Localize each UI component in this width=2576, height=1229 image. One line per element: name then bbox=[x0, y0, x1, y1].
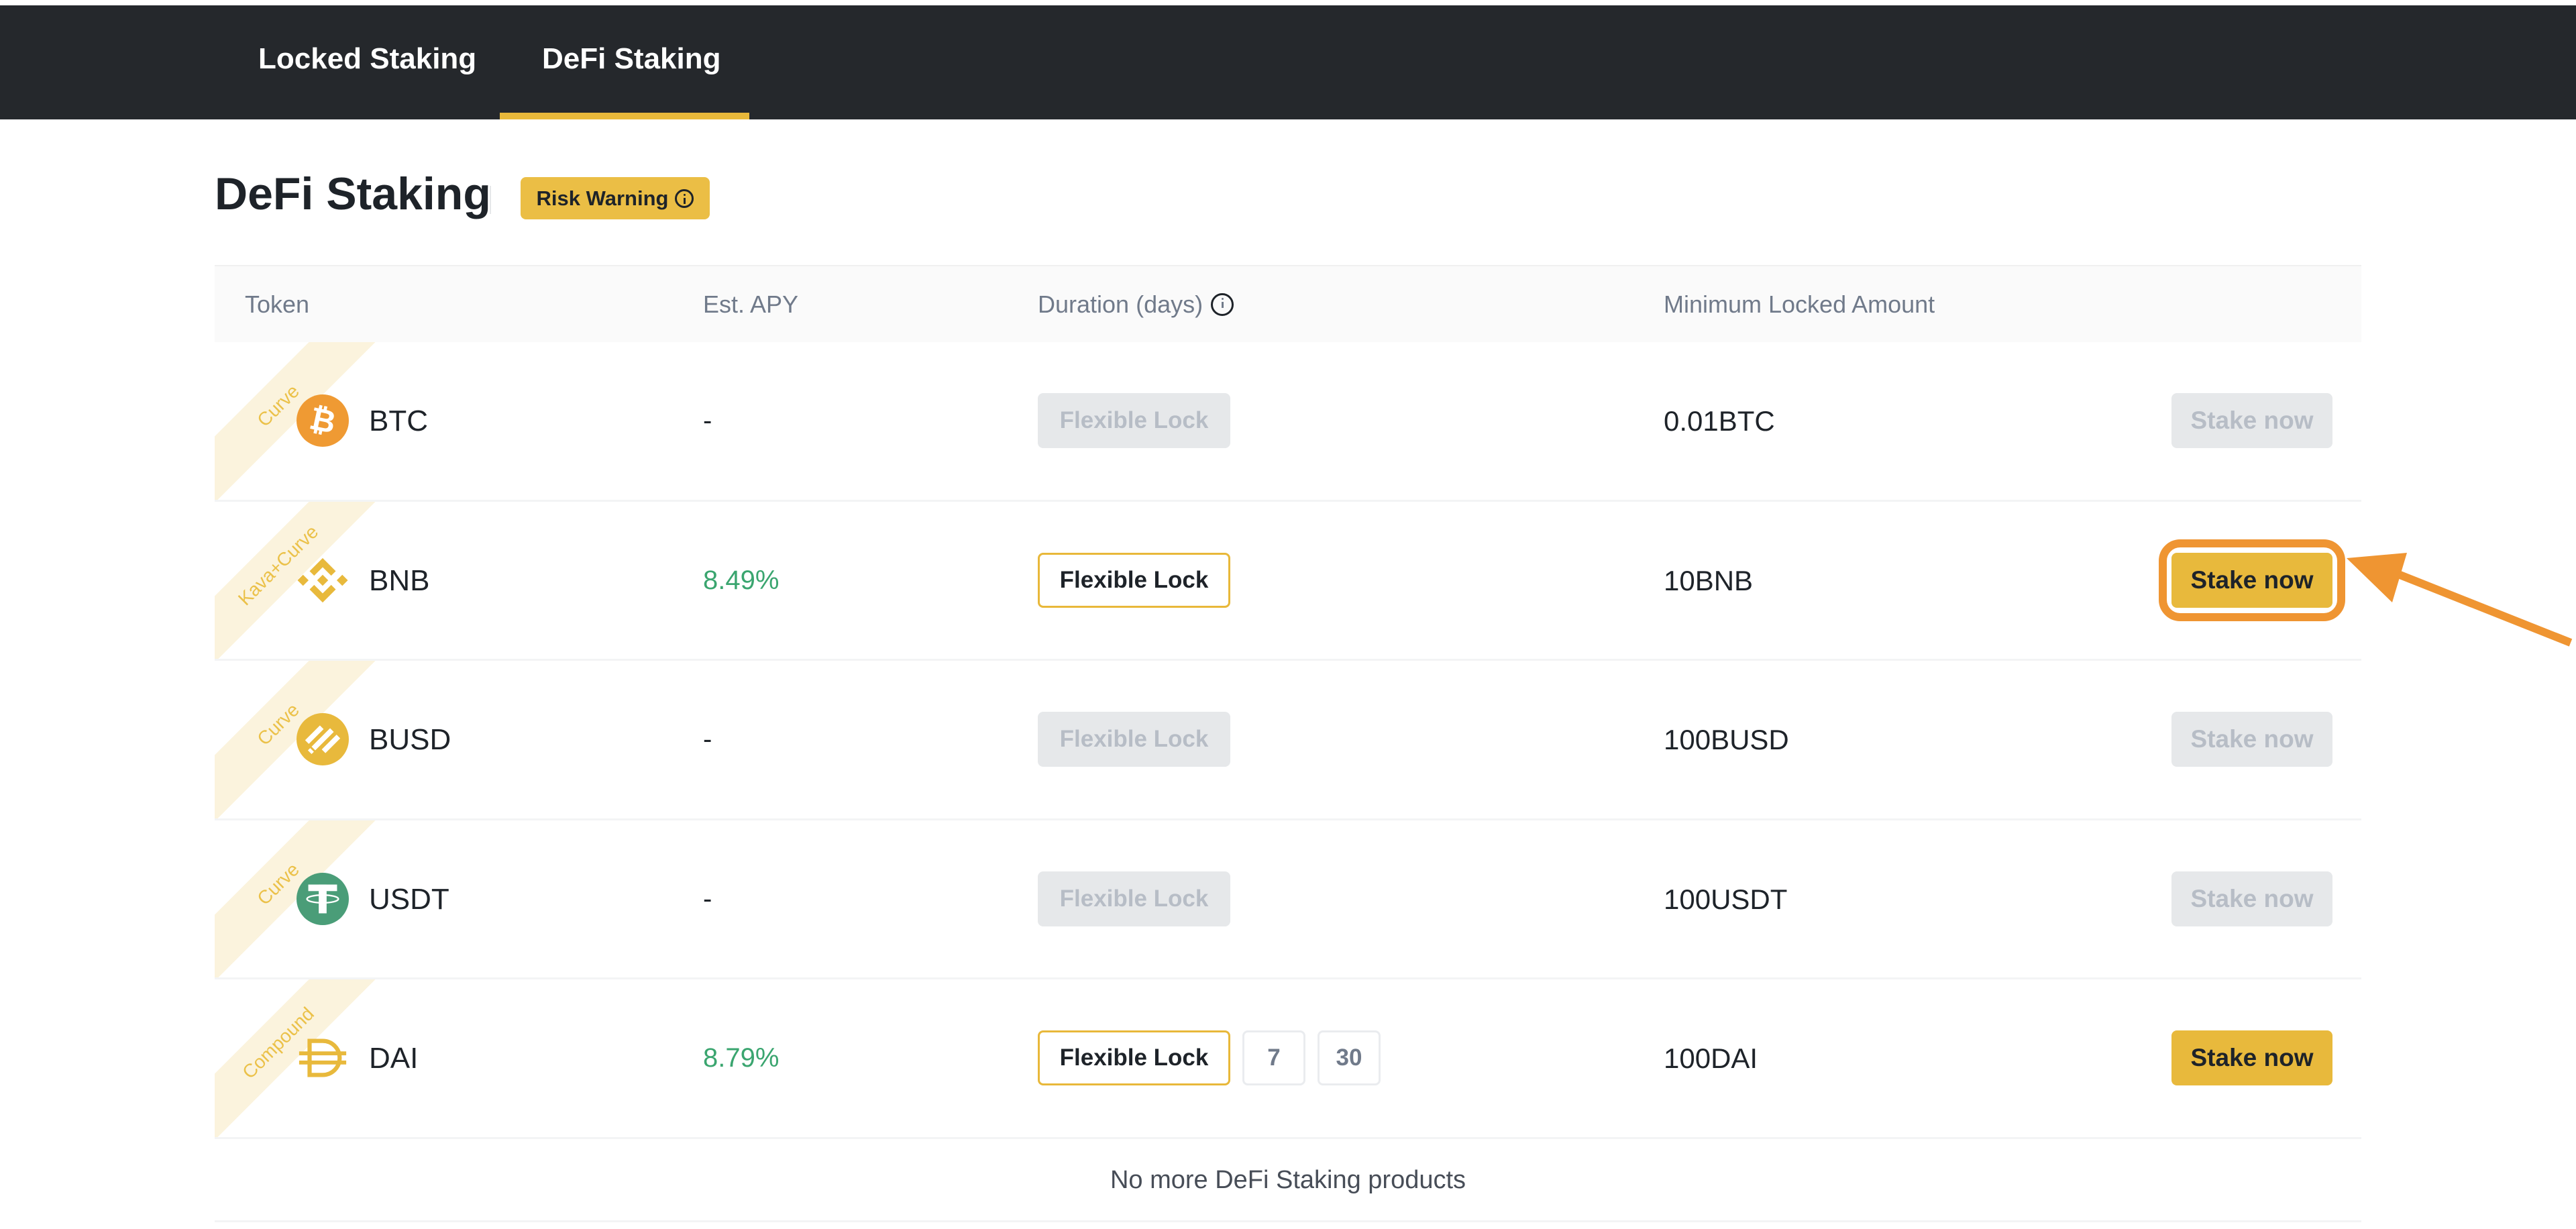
tab-locked-staking[interactable]: Locked Staking bbox=[258, 5, 476, 119]
duration-info-icon[interactable] bbox=[1211, 292, 1234, 316]
table-row: Curve USDT - Flexible Lock 100USDT Stake… bbox=[215, 820, 2361, 979]
info-icon bbox=[675, 189, 694, 208]
flexible-lock-option[interactable]: Flexible Lock bbox=[1038, 871, 1230, 926]
flexible-lock-option[interactable]: Flexible Lock bbox=[1038, 552, 1230, 608]
min-locked-amount: 100DAI bbox=[1664, 1043, 1758, 1074]
token-name: BUSD bbox=[369, 723, 451, 756]
page-title: DeFi Staking bbox=[215, 168, 491, 219]
column-header-min-amount: Minimum Locked Amount bbox=[1664, 290, 1935, 318]
est-apy: - bbox=[703, 406, 712, 435]
title-divider bbox=[490, 186, 491, 214]
est-apy: 8.49% bbox=[703, 565, 780, 595]
min-locked-amount: 10BNB bbox=[1664, 564, 1754, 596]
est-apy: - bbox=[703, 884, 712, 914]
risk-warning-button[interactable]: Risk Warning bbox=[521, 177, 710, 219]
dai-icon bbox=[299, 1038, 347, 1077]
token-name: BNB bbox=[369, 564, 430, 597]
column-header-token: Token bbox=[245, 290, 310, 318]
risk-warning-label: Risk Warning bbox=[536, 186, 669, 210]
staking-nav-bar: Locked Staking DeFi Staking bbox=[0, 5, 2576, 119]
no-more-products-note: No more DeFi Staking products bbox=[215, 1138, 2361, 1222]
table-row: Compound DAI 8.79% Flexible Lock 7 30 10… bbox=[215, 979, 2361, 1139]
busd-icon bbox=[297, 713, 349, 765]
table-header: Token Est. APY Duration (days) Minimum L… bbox=[215, 265, 2361, 342]
duration-options: Flexible Lock bbox=[1038, 712, 1230, 767]
stake-now-button[interactable]: Stake now bbox=[2171, 871, 2332, 926]
flexible-lock-option[interactable]: Flexible Lock bbox=[1038, 393, 1230, 448]
stake-now-button[interactable]: Stake now bbox=[2171, 393, 2332, 448]
stake-now-button[interactable]: Stake now bbox=[2171, 712, 2332, 767]
bnb-icon bbox=[297, 557, 348, 602]
tether-icon bbox=[297, 872, 349, 925]
token-name: USDT bbox=[369, 882, 449, 916]
active-tab-indicator bbox=[500, 113, 749, 119]
flexible-lock-option[interactable]: Flexible Lock bbox=[1038, 1030, 1230, 1085]
stake-now-button[interactable]: Stake now bbox=[2171, 552, 2332, 608]
min-locked-amount: 100BUSD bbox=[1664, 724, 1789, 755]
duration-options: Flexible Lock bbox=[1038, 393, 1230, 448]
token-name: DAI bbox=[369, 1042, 419, 1075]
duration-header-label: Duration (days) bbox=[1038, 290, 1203, 318]
table-row: Curve ₿ BTC - Flexible Lock 0.01BTC Stak… bbox=[215, 342, 2361, 502]
annotation-arrow-icon bbox=[2347, 553, 2573, 647]
bitcoin-icon: ₿ bbox=[297, 394, 349, 447]
min-locked-amount: 100USDT bbox=[1664, 883, 1788, 915]
est-apy: 8.79% bbox=[703, 1043, 780, 1073]
stake-now-button[interactable]: Stake now bbox=[2171, 1030, 2332, 1085]
duration-options: Flexible Lock bbox=[1038, 552, 1230, 608]
duration-30-days-option[interactable]: 30 bbox=[1318, 1030, 1381, 1085]
table-row: Curve BUSD - Flexible Lock 100BUSD Stake… bbox=[215, 661, 2361, 820]
duration-options: Flexible Lock 7 30 bbox=[1038, 1030, 1381, 1085]
tab-defi-staking[interactable]: DeFi Staking bbox=[542, 5, 721, 119]
min-locked-amount: 0.01BTC bbox=[1664, 405, 1775, 437]
token-name: BTC bbox=[369, 405, 428, 437]
est-apy: - bbox=[703, 725, 712, 754]
top-edge bbox=[0, 0, 2576, 5]
duration-options: Flexible Lock bbox=[1038, 871, 1230, 926]
column-header-duration: Duration (days) bbox=[1038, 266, 1234, 342]
table-row: Kava+Curve BNB 8.49% Flexible Lock 10BNB… bbox=[215, 501, 2361, 661]
column-header-apy: Est. APY bbox=[703, 290, 799, 318]
flexible-lock-option[interactable]: Flexible Lock bbox=[1038, 712, 1230, 767]
defi-staking-table: Token Est. APY Duration (days) Minimum L… bbox=[215, 265, 2361, 1139]
duration-7-days-option[interactable]: 7 bbox=[1242, 1030, 1305, 1085]
